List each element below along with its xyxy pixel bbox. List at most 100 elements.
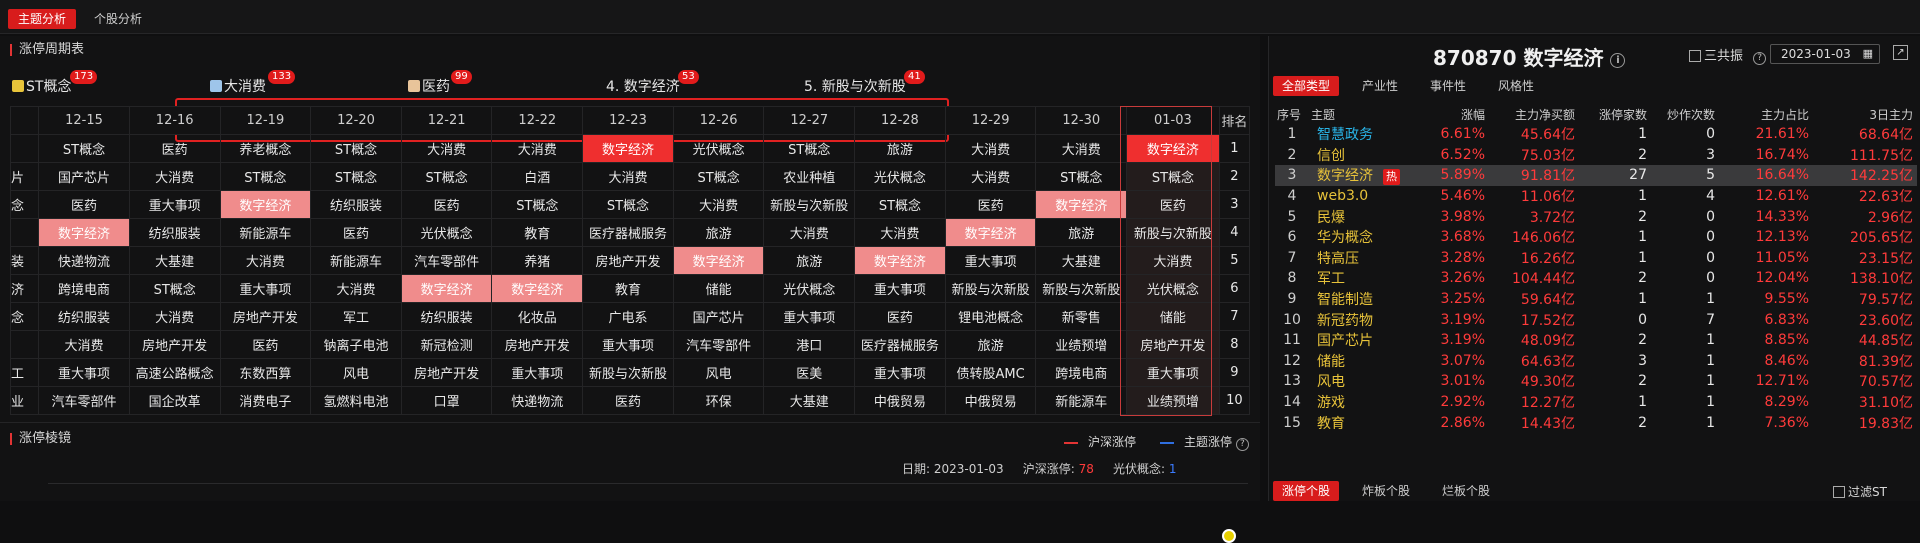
date-header[interactable]: 12-23: [582, 106, 674, 135]
theme-cell[interactable]: 数字经济: [219, 190, 312, 219]
checkbox-icon[interactable]: [1689, 50, 1701, 62]
theme-cell[interactable]: 纺织服装: [400, 302, 493, 331]
theme-cell[interactable]: 纺织服装: [38, 302, 130, 331]
theme-cell[interactable]: ST概念: [400, 162, 493, 191]
tab-all-types[interactable]: 全部类型: [1273, 76, 1340, 96]
theme-cell[interactable]: 数字经济: [672, 246, 765, 275]
theme-cell[interactable]: 旅游: [763, 246, 856, 275]
expand-icon[interactable]: ↗: [1893, 45, 1908, 60]
theme-cell[interactable]: 医药: [38, 190, 130, 219]
theme-cell[interactable]: 光伏概念: [672, 134, 765, 163]
column-header[interactable]: 序号: [1275, 104, 1309, 124]
column-header[interactable]: 涨幅: [1419, 104, 1489, 124]
theme-cell[interactable]: 房地产开发: [219, 302, 312, 331]
theme-cell[interactable]: ST概念: [582, 190, 674, 219]
calendar-icon[interactable]: ▦: [1863, 45, 1873, 63]
table-row[interactable]: 2 信创 6.52% 75.03亿 2 3 16.74% 111.75亿: [1275, 145, 1917, 166]
theme-cell[interactable]: 大消费: [854, 218, 946, 247]
theme-cell[interactable]: 房地产开发: [400, 358, 493, 387]
theme-cell[interactable]: 东数西算: [219, 358, 312, 387]
date-picker[interactable]: 2023-01-03 ▦: [1770, 44, 1880, 64]
date-header[interactable]: 12-28: [854, 106, 946, 135]
theme-cell[interactable]: 大消费: [491, 134, 584, 163]
tab-limit-up-stocks[interactable]: 涨停个股: [1273, 481, 1340, 501]
theme-cell[interactable]: 房地产开发: [582, 246, 674, 275]
tab-stock-analysis[interactable]: 个股分析: [84, 9, 152, 29]
theme-cell[interactable]: 汽车零部件: [38, 386, 130, 415]
theme-cell[interactable]: 教育: [582, 274, 674, 303]
theme-cell[interactable]: 储能: [1126, 302, 1220, 331]
table-row[interactable]: 8 军工 3.26% 104.44亿 2 0 12.04% 138.10亿: [1275, 268, 1917, 289]
table-row[interactable]: 11 国产芯片 3.19% 48.09亿 2 1 8.85% 44.85亿: [1275, 330, 1917, 351]
theme-cell[interactable]: 新零售: [1035, 302, 1128, 331]
theme-cell[interactable]: 锂电池概念: [944, 302, 1037, 331]
theme-cell[interactable]: ST概念: [128, 274, 221, 303]
theme-cell[interactable]: 医美: [763, 358, 856, 387]
theme-cell[interactable]: 房地产开发: [1126, 330, 1220, 359]
theme-cell[interactable]: 业绩预增: [1035, 330, 1128, 359]
theme-cell[interactable]: 重大事项: [854, 274, 946, 303]
theme-cell[interactable]: ST概念: [1126, 162, 1220, 191]
theme-cell[interactable]: 医疗器械服务: [582, 218, 674, 247]
theme-cell[interactable]: 重大事项: [219, 274, 312, 303]
theme-cell[interactable]: 大消费: [219, 246, 312, 275]
table-row[interactable]: 14 游戏 2.92% 12.27亿 1 1 8.29% 31.10亿: [1275, 392, 1917, 413]
date-header[interactable]: 01-03: [1126, 106, 1220, 135]
tab-theme-analysis[interactable]: 主题分析: [8, 9, 77, 29]
table-row[interactable]: 13 风电 3.01% 49.30亿 2 1 12.71% 70.57亿: [1275, 371, 1917, 392]
theme-cell[interactable]: 汽车零部件: [400, 246, 493, 275]
column-header[interactable]: 主力净买额: [1489, 104, 1579, 124]
date-header[interactable]: 12-19: [219, 106, 312, 135]
theme-cell[interactable]: 旅游: [944, 330, 1037, 359]
table-row[interactable]: 4 web3.0 5.46% 11.06亿 1 4 12.61% 22.63亿: [1275, 186, 1917, 207]
date-header[interactable]: 12-15: [38, 106, 130, 135]
table-row[interactable]: 12 储能 3.07% 64.63亿 3 1 8.46% 81.39亿: [1275, 351, 1917, 372]
theme-cell[interactable]: 国产芯片: [38, 162, 130, 191]
theme-cell[interactable]: 大消费: [672, 190, 765, 219]
theme-cell[interactable]: ST概念: [38, 134, 130, 163]
theme-cell[interactable]: 旅游: [672, 218, 765, 247]
theme-cell[interactable]: 化妆品: [491, 302, 584, 331]
theme-cell[interactable]: 大消费: [400, 134, 493, 163]
theme-item-st[interactable]: ST概念 173: [12, 70, 98, 98]
resonance-toggle[interactable]: 三共振 ?: [1689, 45, 1767, 65]
theme-cell[interactable]: 新股与次新股: [1126, 218, 1220, 247]
table-row[interactable]: 5 民爆 3.98% 3.72亿 2 0 14.33% 2.96亿: [1275, 206, 1917, 227]
date-header[interactable]: 12-26: [672, 106, 765, 135]
date-header[interactable]: 12-29: [944, 106, 1037, 135]
legend-theme[interactable]: 主题涨停 ?: [1160, 433, 1249, 451]
table-row[interactable]: 15 教育 2.86% 14.43亿 2 1 7.36% 19.83亿: [1275, 412, 1917, 433]
theme-cell[interactable]: ST概念: [672, 162, 765, 191]
table-row[interactable]: 6 华为概念 3.68% 146.06亿 1 0 12.13% 205.65亿: [1275, 227, 1917, 248]
theme-cell[interactable]: 白酒: [491, 162, 584, 191]
theme-cell[interactable]: 重大事项: [763, 302, 856, 331]
theme-cell[interactable]: 养老概念: [219, 134, 312, 163]
theme-cell[interactable]: 数字经济: [582, 134, 674, 163]
theme-cell[interactable]: 数字经济: [854, 246, 946, 275]
theme-cell[interactable]: 快递物流: [38, 246, 130, 275]
theme-cell[interactable]: 数字经济: [38, 218, 130, 247]
table-row[interactable]: 3 数字经济热 5.89% 91.81亿 27 5 16.64% 142.25亿: [1275, 165, 1917, 186]
theme-cell[interactable]: 消费电子: [219, 386, 312, 415]
column-header[interactable]: 涨停家数: [1579, 104, 1651, 124]
theme-cell[interactable]: 大基建: [128, 246, 221, 275]
theme-cell[interactable]: 数字经济: [1126, 134, 1220, 163]
theme-item-digital-economy[interactable]: 4. 数字经济 53: [606, 70, 699, 98]
theme-cell[interactable]: 口罩: [400, 386, 493, 415]
info-icon[interactable]: i: [1610, 53, 1626, 68]
theme-cell[interactable]: 大消费: [582, 162, 674, 191]
theme-cell[interactable]: 光伏概念: [763, 274, 856, 303]
table-row[interactable]: 10 新冠药物 3.19% 17.52亿 0 7 6.83% 23.60亿: [1275, 309, 1917, 330]
tab-broken-stocks[interactable]: 炸板个股: [1353, 481, 1419, 501]
date-header[interactable]: 12-30: [1035, 106, 1128, 135]
theme-cell[interactable]: 跨境电商: [1035, 358, 1128, 387]
theme-cell[interactable]: 新股与次新股: [582, 358, 674, 387]
theme-cell[interactable]: 汽车零部件: [672, 330, 765, 359]
theme-cell[interactable]: 跨境电商: [38, 274, 130, 303]
theme-cell[interactable]: 旅游: [1035, 218, 1128, 247]
theme-cell[interactable]: 房地产开发: [491, 330, 584, 359]
theme-cell[interactable]: 重大事项: [854, 358, 946, 387]
theme-cell[interactable]: 数字经济: [491, 274, 584, 303]
theme-cell[interactable]: 新股与次新股: [1035, 274, 1128, 303]
theme-item-medicine[interactable]: 医药 99: [408, 70, 472, 98]
